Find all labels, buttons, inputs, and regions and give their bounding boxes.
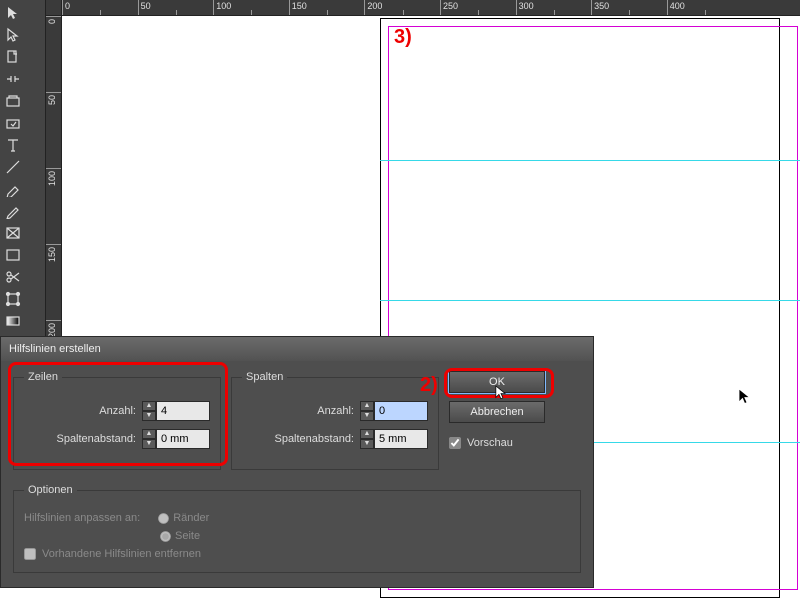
gap-tool[interactable] <box>2 68 23 89</box>
vertical-ruler[interactable]: 050100150200 <box>46 16 62 356</box>
ok-button[interactable]: OK <box>449 371 545 393</box>
guide-line[interactable] <box>380 160 800 161</box>
step-up-icon[interactable]: ▲ <box>360 401 374 411</box>
direct-selection-tool[interactable] <box>2 24 23 45</box>
rows-count-stepper[interactable]: ▲▼ <box>142 401 210 421</box>
rows-gutter-stepper[interactable]: ▲▼ <box>142 429 210 449</box>
annotation-3: 3) <box>394 26 412 49</box>
cursor-icon <box>738 388 754 409</box>
remove-existing-label: Vorhandene Hilfslinien entfernen <box>42 548 201 560</box>
page-tool[interactable] <box>2 46 23 67</box>
rectangle-frame-tool[interactable] <box>2 222 23 243</box>
rows-gutter-input[interactable] <box>156 429 210 449</box>
columns-gutter-input[interactable] <box>374 429 428 449</box>
preview-check-input[interactable] <box>449 437 461 449</box>
rows-gutter-label: Spaltenabstand: <box>56 433 136 445</box>
rows-legend: Zeilen <box>24 371 62 383</box>
remove-existing-input <box>24 548 36 560</box>
dialog-title: Hilfslinien erstellen <box>9 343 101 355</box>
step-up-icon[interactable]: ▲ <box>142 401 156 411</box>
line-tool[interactable] <box>2 156 23 177</box>
step-down-icon[interactable]: ▼ <box>142 411 156 421</box>
fit-guides-label: Hilfslinien anpassen an: <box>24 512 140 524</box>
cancel-button[interactable]: Abbrechen <box>449 401 545 423</box>
fit-page-radio[interactable]: Seite <box>160 530 200 542</box>
selection-tool[interactable] <box>2 2 23 23</box>
dialog-buttons: OK Abbrechen Vorschau <box>449 371 545 449</box>
rows-group: Zeilen Anzahl: ▲▼ Spaltenabstand: ▲▼ <box>13 371 221 470</box>
annotation-2: 2) <box>420 374 438 397</box>
columns-count-stepper[interactable]: ▲▼ <box>360 401 428 421</box>
dialog-titlebar[interactable]: Hilfslinien erstellen <box>1 337 593 361</box>
step-up-icon[interactable]: ▲ <box>142 429 156 439</box>
rows-count-input[interactable] <box>156 401 210 421</box>
rectangle-tool[interactable] <box>2 244 23 265</box>
guide-line[interactable] <box>380 300 800 301</box>
horizontal-ruler[interactable]: 050100150200250300350400 <box>62 0 800 16</box>
columns-gutter-label: Spaltenabstand: <box>274 433 354 445</box>
rows-count-label: Anzahl: <box>99 405 136 417</box>
preview-checkbox[interactable]: Vorschau <box>449 437 513 449</box>
create-guides-dialog: Hilfslinien erstellen Zeilen Anzahl: ▲▼ … <box>0 336 594 588</box>
columns-count-label: Anzahl: <box>317 405 354 417</box>
step-up-icon[interactable]: ▲ <box>360 429 374 439</box>
content-placer-tool[interactable] <box>2 112 23 133</box>
gradient-swatch-tool[interactable] <box>2 310 23 331</box>
options-legend: Optionen <box>24 484 77 496</box>
free-transform-tool[interactable] <box>2 288 23 309</box>
columns-gutter-stepper[interactable]: ▲▼ <box>360 429 428 449</box>
step-down-icon[interactable]: ▼ <box>360 439 374 449</box>
pencil-tool[interactable] <box>2 200 23 221</box>
columns-group: Spalten Anzahl: ▲▼ Spaltenabstand: ▲▼ <box>231 371 439 470</box>
step-down-icon[interactable]: ▼ <box>360 411 374 421</box>
preview-label: Vorschau <box>467 437 513 449</box>
options-group: Optionen Hilfslinien anpassen an: Ränder… <box>13 484 581 573</box>
pen-tool[interactable] <box>2 178 23 199</box>
columns-count-input[interactable] <box>374 401 428 421</box>
remove-existing-checkbox[interactable]: Vorhandene Hilfslinien entfernen <box>24 548 570 560</box>
scissors-tool[interactable] <box>2 266 23 287</box>
ruler-origin[interactable] <box>46 0 62 16</box>
fit-margins-radio[interactable]: Ränder <box>158 512 209 524</box>
content-collector-tool[interactable] <box>2 90 23 111</box>
columns-legend: Spalten <box>242 371 287 383</box>
type-tool[interactable] <box>2 134 23 155</box>
step-down-icon[interactable]: ▼ <box>142 439 156 449</box>
